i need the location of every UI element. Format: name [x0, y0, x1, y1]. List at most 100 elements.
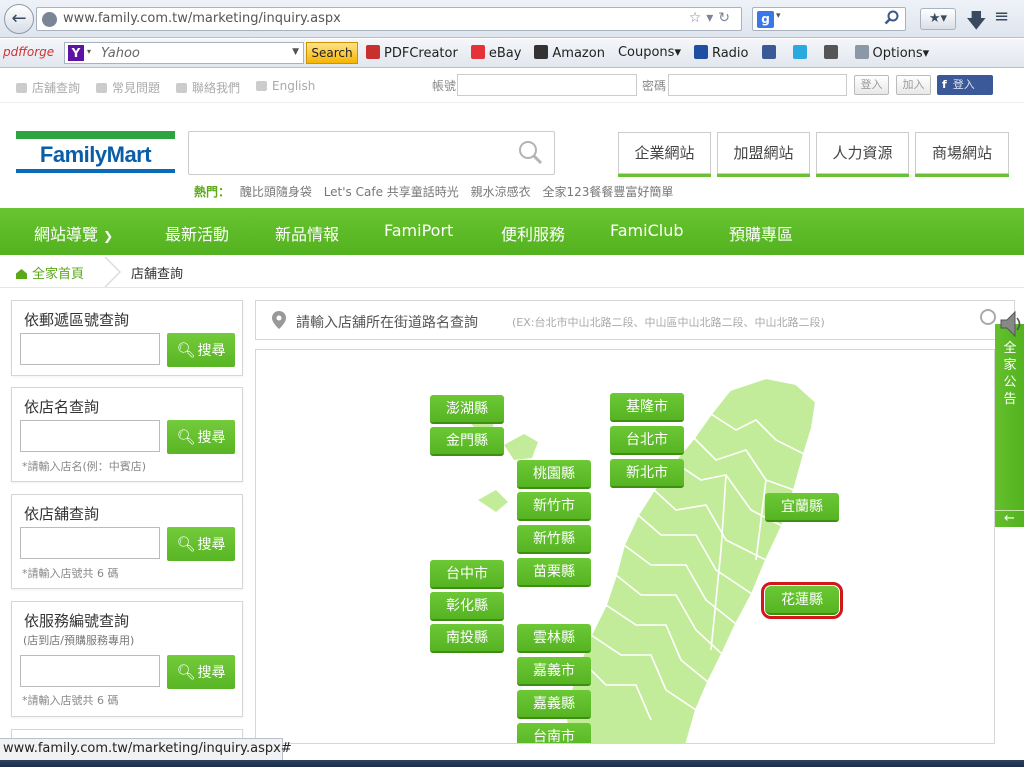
password-field[interactable] [668, 74, 847, 96]
yahoo-search-text[interactable]: Yahoo [101, 46, 140, 61]
toolbar-item[interactable]: Radio [693, 45, 749, 61]
hot-topic-link[interactable]: 親水涼感衣 [471, 185, 531, 199]
county-button[interactable]: 苗栗縣 [517, 558, 591, 587]
logo-blue-stripe [16, 169, 175, 173]
county-button[interactable]: 桃園縣 [517, 460, 591, 489]
login-button[interactable]: 登入 [854, 75, 889, 95]
franchise-site-button[interactable]: 加盟網站 [717, 132, 810, 174]
street-search-field[interactable]: 請輸入店舖所在街道路名查詢 (EX:台北市中山北路二段、中山區中山北路二段、中山… [255, 300, 1015, 340]
postal-search-button[interactable]: 🔍︎ 搜尋 [167, 333, 235, 367]
service-number-search-button[interactable]: 🔍︎ 搜尋 [167, 655, 235, 689]
nav-latest-events[interactable]: 最新活動 [165, 221, 229, 245]
toolbar-item-label: Options▾ [872, 46, 930, 61]
service-number-hint: *請輸入店號共 6 碼 [22, 694, 119, 707]
google-icon[interactable]: g [757, 11, 774, 28]
county-button[interactable]: 嘉義縣 [517, 690, 591, 719]
menu-icon[interactable]: ≡ [994, 6, 1009, 27]
announcement-side-tab[interactable]: 全家公告 ← [995, 310, 1024, 527]
store-number-input[interactable] [20, 527, 160, 559]
yahoo-search-field[interactable]: Y ▾ Yahoo ▼ [64, 42, 304, 64]
hot-topic-link[interactable]: 醜比頭隨身袋 [240, 185, 312, 199]
bookmarks-menu-icon[interactable]: ★▾ [920, 8, 956, 30]
search-icon[interactable] [884, 10, 900, 26]
familymart-logo[interactable]: FamilyMart [16, 131, 175, 175]
utility-link[interactable]: English [256, 79, 315, 96]
hot-topic-link[interactable]: 全家123餐餐豐富好簡單 [542, 185, 673, 199]
toolbar-item[interactable]: Coupons▾ [618, 45, 681, 61]
postal-code-input[interactable] [20, 333, 160, 365]
toolbar-item[interactable]: eBay [470, 45, 521, 61]
chevron-down-icon: ❯ [103, 229, 114, 243]
store-name-input[interactable] [20, 420, 160, 452]
county-button[interactable]: 嘉義市 [517, 657, 591, 686]
utility-bar: 店舖查詢 常見問題 聯絡我們 English 帳號 密碼 登入 加入 f 登入 [0, 69, 1024, 103]
store-name-search-button[interactable]: 🔍︎ 搜尋 [167, 420, 235, 454]
address-bar[interactable]: www.family.com.tw/marketing/inquiry.aspx… [36, 7, 742, 31]
nav-famiport[interactable]: FamiPort [384, 221, 453, 240]
search-icon[interactable] [516, 139, 544, 167]
nav-preorder[interactable]: 預購專區 [729, 221, 793, 245]
nav-famiclub[interactable]: FamiClub [610, 221, 683, 240]
county-button[interactable]: 南投縣 [430, 624, 504, 653]
toolbar-item[interactable]: Amazon [534, 45, 605, 61]
join-button[interactable]: 加入 [896, 75, 931, 95]
county-button[interactable]: 金門縣 [430, 427, 504, 456]
utility-link-label: 聯絡我們 [192, 81, 241, 95]
utility-link[interactable]: 店舖查詢 [16, 79, 80, 96]
browser-search-box[interactable]: g ▾ [752, 7, 906, 31]
county-button[interactable]: 新竹市 [517, 492, 591, 521]
utility-link-label: English [272, 79, 316, 93]
toolbar-item-label: Amazon [552, 46, 605, 61]
breadcrumb-home[interactable]: 全家首頁 [16, 263, 84, 282]
toolbar-item[interactable] [761, 45, 780, 61]
service-number-input[interactable] [20, 655, 160, 687]
utility-link[interactable]: 常見問題 [96, 79, 160, 96]
county-button[interactable]: 台北市 [610, 426, 684, 455]
toolbar-item[interactable]: Options▾ [854, 45, 930, 61]
toolbar-item[interactable]: PDFCreator [366, 45, 458, 61]
nav-new-products[interactable]: 新品情報 [275, 221, 339, 245]
corporate-site-button[interactable]: 企業網站 [618, 132, 711, 174]
county-button[interactable]: 花蓮縣 [761, 582, 843, 619]
chevron-down-icon[interactable]: ▾ [776, 11, 781, 21]
mall-site-button[interactable]: 商場網站 [915, 132, 1009, 174]
breadcrumb: 全家首頁 店舖查詢 [0, 256, 1024, 288]
chevron-down-icon[interactable]: ▾ [87, 47, 91, 56]
hot-topics: 熱門： 醜比頭隨身袋 Let's Cafe 共享童話時光 親水涼感衣 全家123… [194, 183, 681, 200]
county-button[interactable]: 新北市 [610, 459, 684, 488]
toolbar-item[interactable] [792, 45, 811, 61]
nav-services[interactable]: 便利服務 [501, 221, 565, 245]
hot-topic-link[interactable]: Let's Cafe 共享童話時光 [324, 185, 459, 199]
back-arrow-icon[interactable]: ← [4, 4, 34, 34]
nav-site-map[interactable]: 網站導覽 ❯ [34, 221, 113, 245]
county-button[interactable]: 基隆市 [610, 393, 684, 422]
hr-site-button[interactable]: 人力資源 [816, 132, 909, 174]
county-button[interactable]: 台中市 [430, 560, 504, 589]
utility-link[interactable]: 聯絡我們 [176, 79, 240, 96]
link-icon [16, 83, 27, 93]
facebook-login-button[interactable]: f 登入 [937, 75, 993, 95]
county-button[interactable]: 宜蘭縣 [765, 493, 839, 522]
arrow-left-icon[interactable]: ← [995, 510, 1024, 527]
site-search-input[interactable] [188, 131, 555, 175]
county-button[interactable]: 澎湖縣 [430, 395, 504, 424]
url-text[interactable]: www.family.com.tw/marketing/inquiry.aspx [63, 11, 341, 26]
store-number-search-button[interactable]: 🔍︎ 搜尋 [167, 527, 235, 561]
facebook-login-label: 登入 [952, 78, 975, 91]
county-button[interactable]: 新竹縣 [517, 525, 591, 554]
account-field[interactable] [457, 74, 637, 96]
announcement-label: 全家公告 [1003, 341, 1017, 407]
download-icon[interactable]: 🡇 [966, 6, 987, 40]
county-button[interactable]: 雲林縣 [517, 624, 591, 653]
county-button[interactable]: 台南市 [517, 723, 591, 743]
breadcrumb-current: 店舖查詢 [131, 267, 184, 282]
store-number-panel: 依店舖查詢 🔍︎ 搜尋 *請輸入店號共 6 碼 [11, 494, 243, 589]
yahoo-search-button[interactable]: Search [306, 42, 358, 64]
bookmark-star-icon[interactable]: ☆▾↻ [689, 10, 735, 26]
dropdown-arrow-icon[interactable]: ▼ [292, 47, 299, 57]
county-button[interactable]: 彰化縣 [430, 592, 504, 621]
facebook-icon [761, 45, 776, 59]
store-name-title: 依店名查詢 [24, 398, 100, 416]
toolbar-item[interactable] [823, 45, 842, 61]
pdfforge-logo[interactable]: pdfforge [3, 45, 54, 59]
